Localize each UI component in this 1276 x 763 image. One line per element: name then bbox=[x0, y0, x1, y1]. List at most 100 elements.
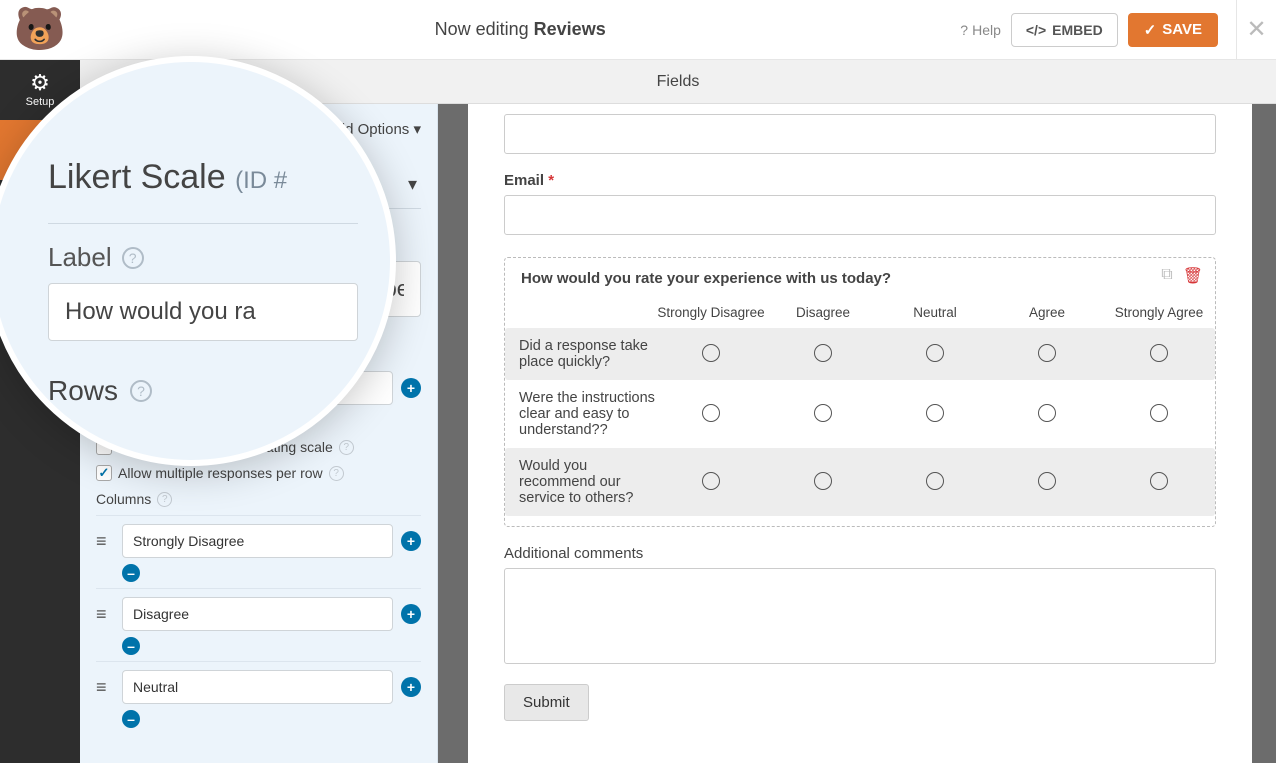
column-item: ≡+ bbox=[96, 597, 421, 631]
help-icon[interactable]: ? bbox=[339, 440, 354, 455]
radio-icon[interactable] bbox=[814, 472, 832, 490]
email-input[interactable] bbox=[504, 195, 1216, 235]
radio-icon[interactable] bbox=[702, 472, 720, 490]
email-label: Email * bbox=[504, 172, 1216, 189]
add-row-button[interactable]: + bbox=[401, 378, 421, 398]
embed-label: EMBED bbox=[1052, 22, 1103, 38]
radio-icon[interactable] bbox=[1038, 472, 1056, 490]
likert-header: Strongly DisagreeDisagreeNeutralAgreeStr… bbox=[505, 297, 1215, 328]
likert-cell[interactable] bbox=[1103, 336, 1215, 373]
likert-cell[interactable] bbox=[991, 336, 1103, 373]
likert-cell[interactable] bbox=[879, 396, 991, 433]
header-title: Now editing Reviews bbox=[80, 19, 960, 40]
remove-column-button[interactable]: – bbox=[122, 637, 140, 655]
help-icon: ? bbox=[122, 247, 144, 269]
radio-icon[interactable] bbox=[1150, 472, 1168, 490]
trash-icon[interactable]: 🗑 bbox=[1183, 266, 1203, 286]
nav-setup-label: Setup bbox=[26, 96, 55, 108]
drag-handle-icon[interactable]: ≡ bbox=[96, 604, 114, 625]
remove-column-button[interactable]: – bbox=[122, 564, 140, 582]
add-column-button[interactable]: + bbox=[401, 531, 421, 551]
add-column-button[interactable]: + bbox=[401, 677, 421, 697]
likert-cell[interactable] bbox=[991, 464, 1103, 501]
likert-cell[interactable] bbox=[655, 396, 767, 433]
radio-icon[interactable] bbox=[814, 404, 832, 422]
help-icon[interactable]: ? bbox=[329, 466, 344, 481]
multi-label: Allow multiple responses per row bbox=[118, 465, 323, 481]
help-icon: ? bbox=[960, 22, 968, 38]
radio-icon[interactable] bbox=[926, 472, 944, 490]
likert-question: How would you rate your experience with … bbox=[505, 270, 1215, 297]
likert-row: Were the instructions clear and easy to … bbox=[505, 380, 1215, 448]
likert-cell[interactable] bbox=[1103, 464, 1215, 501]
likert-cell[interactable] bbox=[767, 396, 879, 433]
likert-col-header: Strongly Agree bbox=[1103, 297, 1215, 328]
form-preview-area: Email * ⧉ 🗑 How would you rate your expe… bbox=[438, 104, 1276, 763]
radio-icon[interactable] bbox=[1038, 404, 1056, 422]
magnifier-overlay: Likert Scale (ID # Label ? Rows ? bbox=[0, 56, 396, 466]
checkbox-checked[interactable] bbox=[96, 465, 112, 481]
column-input[interactable] bbox=[122, 597, 393, 631]
check-icon: ✓ bbox=[1144, 21, 1157, 39]
likert-cell[interactable] bbox=[1103, 396, 1215, 433]
save-button[interactable]: ✓ SAVE bbox=[1128, 13, 1218, 47]
app-header: 🐻 Now editing Reviews ? Help </> EMBED ✓… bbox=[0, 0, 1276, 60]
help-icon[interactable]: ? bbox=[157, 492, 172, 507]
radio-icon[interactable] bbox=[814, 344, 832, 362]
code-icon: </> bbox=[1026, 22, 1046, 38]
label-heading-zoom: Label ? bbox=[48, 242, 358, 273]
radio-icon[interactable] bbox=[926, 404, 944, 422]
close-button[interactable]: ✕ bbox=[1236, 0, 1276, 60]
save-label: SAVE bbox=[1162, 21, 1202, 38]
column-input[interactable] bbox=[122, 670, 393, 704]
help-label: Help bbox=[972, 22, 1001, 38]
drag-handle-icon[interactable]: ≡ bbox=[96, 531, 114, 552]
multi-response-checkbox-row[interactable]: Allow multiple responses per row ? bbox=[96, 465, 421, 481]
likert-cell[interactable] bbox=[879, 336, 991, 373]
duplicate-icon[interactable]: ⧉ bbox=[1161, 266, 1172, 286]
column-input[interactable] bbox=[122, 524, 393, 558]
likert-row-label: Were the instructions clear and easy to … bbox=[505, 380, 655, 448]
radio-icon[interactable] bbox=[1150, 404, 1168, 422]
drag-handle-icon[interactable]: ≡ bbox=[96, 677, 114, 698]
likert-row: Did a response take place quickly? bbox=[505, 328, 1215, 380]
comments-label: Additional comments bbox=[504, 545, 1216, 562]
collapse-toggle[interactable]: ▾ bbox=[408, 174, 417, 195]
add-column-button[interactable]: + bbox=[401, 604, 421, 624]
rows-heading-zoom: Rows ? bbox=[48, 375, 358, 407]
column-item: ≡+ bbox=[96, 670, 421, 704]
radio-icon[interactable] bbox=[1038, 344, 1056, 362]
submit-button[interactable]: Submit bbox=[504, 684, 589, 721]
radio-icon[interactable] bbox=[926, 344, 944, 362]
likert-cell[interactable] bbox=[879, 464, 991, 501]
comments-textarea[interactable] bbox=[504, 568, 1216, 664]
likert-cell[interactable] bbox=[655, 336, 767, 373]
radio-icon[interactable] bbox=[702, 344, 720, 362]
likert-field[interactable]: ⧉ 🗑 How would you rate your experience w… bbox=[504, 257, 1216, 527]
radio-icon[interactable] bbox=[1150, 344, 1168, 362]
label-input-zoom[interactable] bbox=[48, 283, 358, 341]
column-item: ≡+ bbox=[96, 524, 421, 558]
likert-col-header: Strongly Disagree bbox=[655, 297, 767, 328]
likert-row: Would you recommend our service to other… bbox=[505, 448, 1215, 516]
likert-cell[interactable] bbox=[991, 396, 1103, 433]
help-link[interactable]: ? Help bbox=[960, 22, 1001, 38]
help-icon: ? bbox=[130, 380, 152, 402]
radio-icon[interactable] bbox=[702, 404, 720, 422]
panel-title-zoom: Likert Scale (ID # bbox=[48, 158, 358, 197]
likert-cell[interactable] bbox=[767, 464, 879, 501]
embed-button[interactable]: </> EMBED bbox=[1011, 13, 1118, 47]
form-card: Email * ⧉ 🗑 How would you rate your expe… bbox=[468, 104, 1252, 763]
form-name: Reviews bbox=[534, 19, 606, 39]
likert-col-header: Neutral bbox=[879, 297, 991, 328]
likert-col-header: Agree bbox=[991, 297, 1103, 328]
likert-cell[interactable] bbox=[767, 336, 879, 373]
now-editing-text: Now editing bbox=[435, 19, 529, 39]
likert-cell[interactable] bbox=[655, 464, 767, 501]
fields-bar-label: Fields bbox=[657, 73, 700, 90]
likert-row-label: Did a response take place quickly? bbox=[505, 328, 655, 380]
columns-heading: Columns ? bbox=[96, 491, 421, 507]
likert-col-header: Disagree bbox=[767, 297, 879, 328]
remove-column-button[interactable]: – bbox=[122, 710, 140, 728]
name-input[interactable] bbox=[504, 114, 1216, 154]
